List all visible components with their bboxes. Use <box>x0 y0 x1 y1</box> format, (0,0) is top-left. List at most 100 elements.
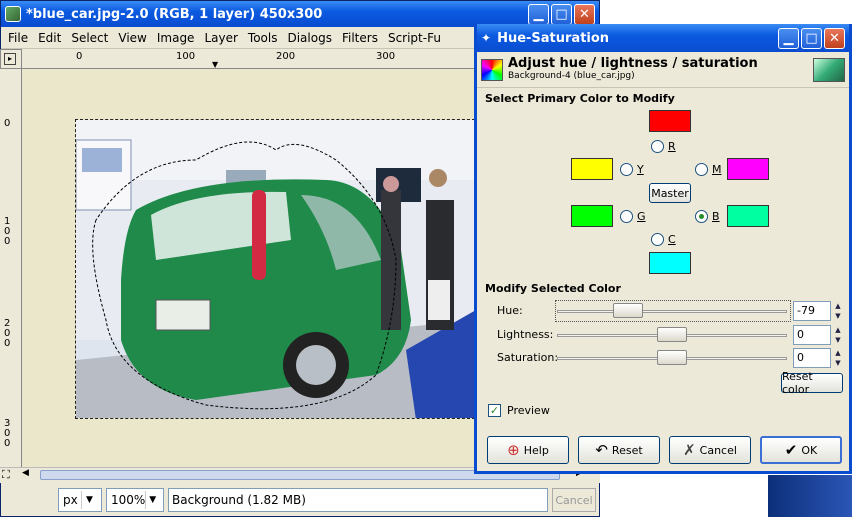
lifebuoy-icon: ⊕ <box>507 441 520 459</box>
master-button[interactable]: Master <box>649 183 691 203</box>
hue-saturation-dialog: ✦ Hue-Saturation ▁ □ ✕ Adjust hue / ligh… <box>474 24 852 474</box>
hue-label: Hue: <box>497 304 523 317</box>
menu-edit[interactable]: Edit <box>33 31 66 45</box>
ruler-label: 0 <box>4 118 11 129</box>
magenta-swatch[interactable] <box>727 158 769 180</box>
menu-file[interactable]: File <box>3 31 33 45</box>
blue-radio-label: B <box>712 210 720 223</box>
unit-value: px <box>63 493 78 507</box>
ruler-label: 200 <box>4 318 11 349</box>
menu-tools[interactable]: Tools <box>243 31 283 45</box>
layer-thumbnail <box>813 57 845 82</box>
yellow-swatch[interactable] <box>571 158 613 180</box>
play-icon: ▸ <box>4 53 16 65</box>
red-radio[interactable] <box>651 140 664 153</box>
menu-dialogs[interactable]: Dialogs <box>282 31 336 45</box>
dialog-maximize-button[interactable]: □ <box>801 27 822 49</box>
cancel-x-icon: ✗ <box>683 441 696 459</box>
minimize-button[interactable]: ▁ <box>528 3 549 25</box>
ok-button-label: OK <box>801 443 818 457</box>
dialog-header: Adjust hue / lightness / saturation Back… <box>477 52 849 88</box>
status-cancel-button[interactable]: Cancel <box>552 488 596 512</box>
green-swatch[interactable] <box>571 205 613 227</box>
saturation-slider-row: Saturation: 0 ▲ ▼ <box>497 347 843 369</box>
menu-filters[interactable]: Filters <box>337 31 383 45</box>
red-radio-label: R <box>668 140 676 153</box>
ruler-label: 100 <box>4 216 11 247</box>
preview-label: Preview <box>507 404 550 417</box>
hue-slider-row: Hue: -79 ▲ ▼ <box>497 300 843 322</box>
cancel-button-label: Cancel <box>699 443 737 457</box>
saturation-slider-handle[interactable] <box>657 350 687 365</box>
preview-checkbox[interactable]: ✓ <box>488 404 501 417</box>
zoom-value: 100% <box>111 493 146 507</box>
quick-mask-toggle[interactable]: ▸ <box>0 49 22 69</box>
vertical-ruler[interactable]: 0 100 200 300 <box>0 69 22 467</box>
reset-button[interactable]: ↶ Reset <box>578 436 660 464</box>
gimp-wilber-icon: ✦ <box>481 31 492 45</box>
saturation-label: Saturation: <box>497 351 559 364</box>
cyan-swatch[interactable] <box>649 252 691 274</box>
lightness-slider-row: Lightness: 0 ▲ ▼ <box>497 324 843 346</box>
help-button-label: Help <box>523 443 549 457</box>
primary-color-section-label: Select Primary Color to Modify <box>485 92 675 105</box>
scroll-left-icon[interactable]: ◀ <box>22 468 29 478</box>
maximize-button[interactable]: □ <box>551 3 572 25</box>
saturation-spin-icon[interactable]: ▲ ▼ <box>833 348 843 368</box>
hue-track[interactable] <box>557 310 787 313</box>
pointer-marker-icon: ▼ <box>212 60 219 69</box>
dialog-minimize-button[interactable]: ▁ <box>778 27 799 49</box>
navigate-icon[interactable]: ⛶ <box>2 468 10 482</box>
dialog-title: Hue-Saturation <box>497 30 610 46</box>
dialog-titlebar[interactable]: ✦ Hue-Saturation ▁ □ ✕ <box>477 24 849 52</box>
hue-saturation-icon <box>481 58 503 81</box>
menu-layer[interactable]: Layer <box>199 31 242 45</box>
yellow-radio[interactable] <box>620 163 633 176</box>
green-radio[interactable] <box>620 210 633 223</box>
lightness-value-input[interactable]: 0 <box>793 325 831 345</box>
hue-value-input[interactable]: -79 <box>793 301 831 321</box>
magenta-radio[interactable] <box>695 163 708 176</box>
status-message: Background (1.82 MB) <box>168 488 548 512</box>
lightness-spin-icon[interactable]: ▲ ▼ <box>833 325 843 345</box>
yellow-radio-label: Y <box>637 163 644 176</box>
ok-button[interactable]: ✔ OK <box>760 436 842 464</box>
ruler-label: 300 <box>376 51 396 62</box>
menu-select[interactable]: Select <box>66 31 113 45</box>
lightness-label: Lightness: <box>497 328 554 341</box>
zoom-selector[interactable]: 100% ▼ <box>106 488 164 512</box>
cancel-button[interactable]: ✗ Cancel <box>669 436 751 464</box>
dialog-heading: Adjust hue / lightness / saturation <box>508 56 758 71</box>
blue-swatch[interactable] <box>727 205 769 227</box>
chevron-down-icon: ▼ <box>145 491 159 509</box>
menu-image[interactable]: Image <box>152 31 200 45</box>
saturation-value-input[interactable]: 0 <box>793 348 831 368</box>
gimp-app-icon <box>5 6 21 22</box>
undo-icon: ↶ <box>595 441 608 459</box>
ok-check-icon: ✔ <box>784 441 798 459</box>
green-radio-label: G <box>637 210 646 223</box>
blue-radio[interactable] <box>695 210 708 223</box>
reset-color-button[interactable]: Reset color <box>781 370 843 396</box>
lightness-slider-handle[interactable] <box>657 327 687 342</box>
chevron-down-icon: ▼ <box>81 491 97 509</box>
magenta-radio-label: M <box>712 163 722 176</box>
image-window-title: *blue_car.jpg-2.0 (RGB, 1 layer) 450x300 <box>26 6 323 22</box>
ruler-label: 200 <box>276 51 296 62</box>
dialog-close-button[interactable]: ✕ <box>824 27 845 49</box>
menu-script-fu[interactable]: Script-Fu <box>383 31 446 45</box>
menu-view[interactable]: View <box>113 31 151 45</box>
ruler-label: 100 <box>176 51 196 62</box>
red-swatch[interactable] <box>649 110 691 132</box>
hue-spin-icon[interactable]: ▲ ▼ <box>833 301 843 321</box>
hue-slider-handle[interactable] <box>613 303 643 318</box>
close-button[interactable]: ✕ <box>574 3 595 25</box>
help-button[interactable]: ⊕ Help <box>487 436 569 464</box>
cyan-radio-label: C <box>668 233 676 246</box>
cyan-radio[interactable] <box>651 233 664 246</box>
ruler-label: 300 <box>4 418 11 449</box>
car-image[interactable] <box>75 119 475 419</box>
status-bar: px ▼ 100% ▼ Background (1.82 MB) Cancel <box>0 483 600 517</box>
desktop-background-blue <box>768 475 852 517</box>
unit-selector[interactable]: px ▼ <box>58 488 102 512</box>
